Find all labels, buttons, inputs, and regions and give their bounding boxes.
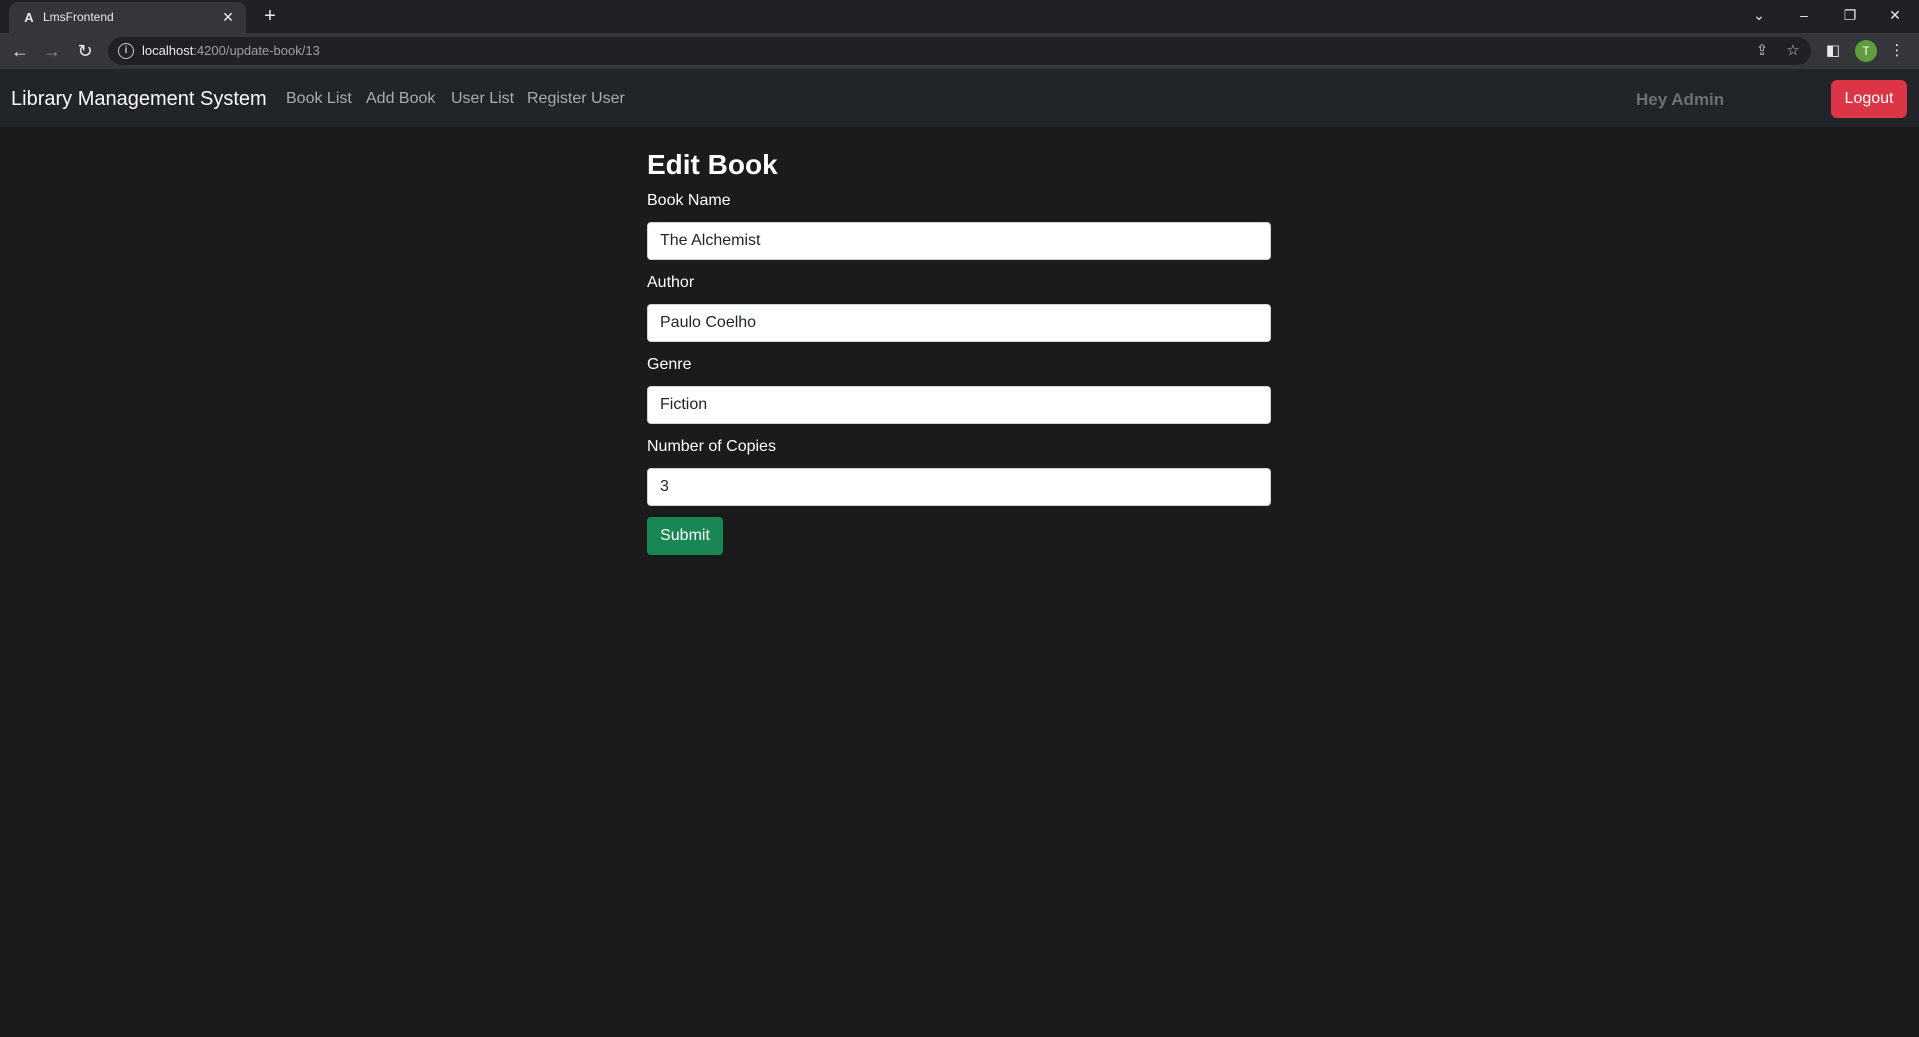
tab-search-icon[interactable]: ⌄ (1747, 4, 1771, 26)
page-title: Edit Book (647, 149, 778, 180)
address-bar[interactable]: i localhost:4200/update-book/13 ⇪ ☆ (108, 37, 1811, 65)
menu-kebab-icon[interactable]: ⋮ (1886, 40, 1908, 62)
copies-label: Number of Copies (647, 438, 776, 455)
site-info-icon[interactable]: i (118, 43, 134, 59)
nav-link-user-list[interactable]: User List (451, 90, 514, 108)
forward-icon[interactable]: → (40, 39, 64, 63)
url-text: localhost:4200/update-book/13 (142, 43, 320, 58)
nav-link-add-book[interactable]: Add Book (366, 90, 435, 108)
new-tab-icon[interactable]: + (259, 5, 281, 27)
author-input[interactable]: Paulo Coelho (647, 304, 1271, 342)
nav-link-register-user[interactable]: Register User (527, 90, 625, 108)
back-icon[interactable]: ← (8, 39, 32, 63)
close-tab-icon[interactable]: ✕ (220, 9, 236, 25)
minimize-icon[interactable]: – (1792, 4, 1816, 26)
logout-button[interactable]: Logout (1831, 80, 1907, 118)
submit-button[interactable]: Submit (647, 517, 723, 555)
genre-input[interactable]: Fiction (647, 386, 1271, 424)
navbar-brand[interactable]: Library Management System (11, 88, 267, 111)
restore-icon[interactable]: ❐ (1838, 4, 1862, 26)
close-window-icon[interactable]: ✕ (1883, 4, 1907, 26)
user-greeting: Hey Admin (1636, 90, 1725, 109)
book-name-label: Book Name (647, 192, 731, 209)
copies-input[interactable]: 3 (647, 468, 1271, 506)
side-panel-icon[interactable]: ◧ (1822, 40, 1844, 62)
genre-label: Genre (647, 356, 692, 373)
reload-icon[interactable]: ↻ (73, 39, 97, 63)
share-icon[interactable]: ⇪ (1752, 41, 1772, 61)
book-name-input[interactable]: The Alchemist (647, 222, 1271, 260)
bookmark-star-icon[interactable]: ☆ (1783, 41, 1803, 61)
nav-link-book-list[interactable]: Book List (286, 90, 352, 108)
tab-title: LmsFrontend (43, 10, 114, 24)
browser-tab[interactable]: A LmsFrontend ✕ (9, 2, 246, 33)
browser-toolbar: ← → ↻ i localhost:4200/update-book/13 ⇪ … (0, 33, 1919, 69)
browser-tabstrip: A LmsFrontend ✕ + ⌄ – ❐ ✕ (0, 0, 1919, 33)
author-label: Author (647, 274, 695, 291)
angular-favicon-icon: A (24, 10, 34, 25)
profile-avatar[interactable]: T (1855, 40, 1877, 62)
app-navbar: Library Management System Book List Add … (0, 69, 1919, 127)
